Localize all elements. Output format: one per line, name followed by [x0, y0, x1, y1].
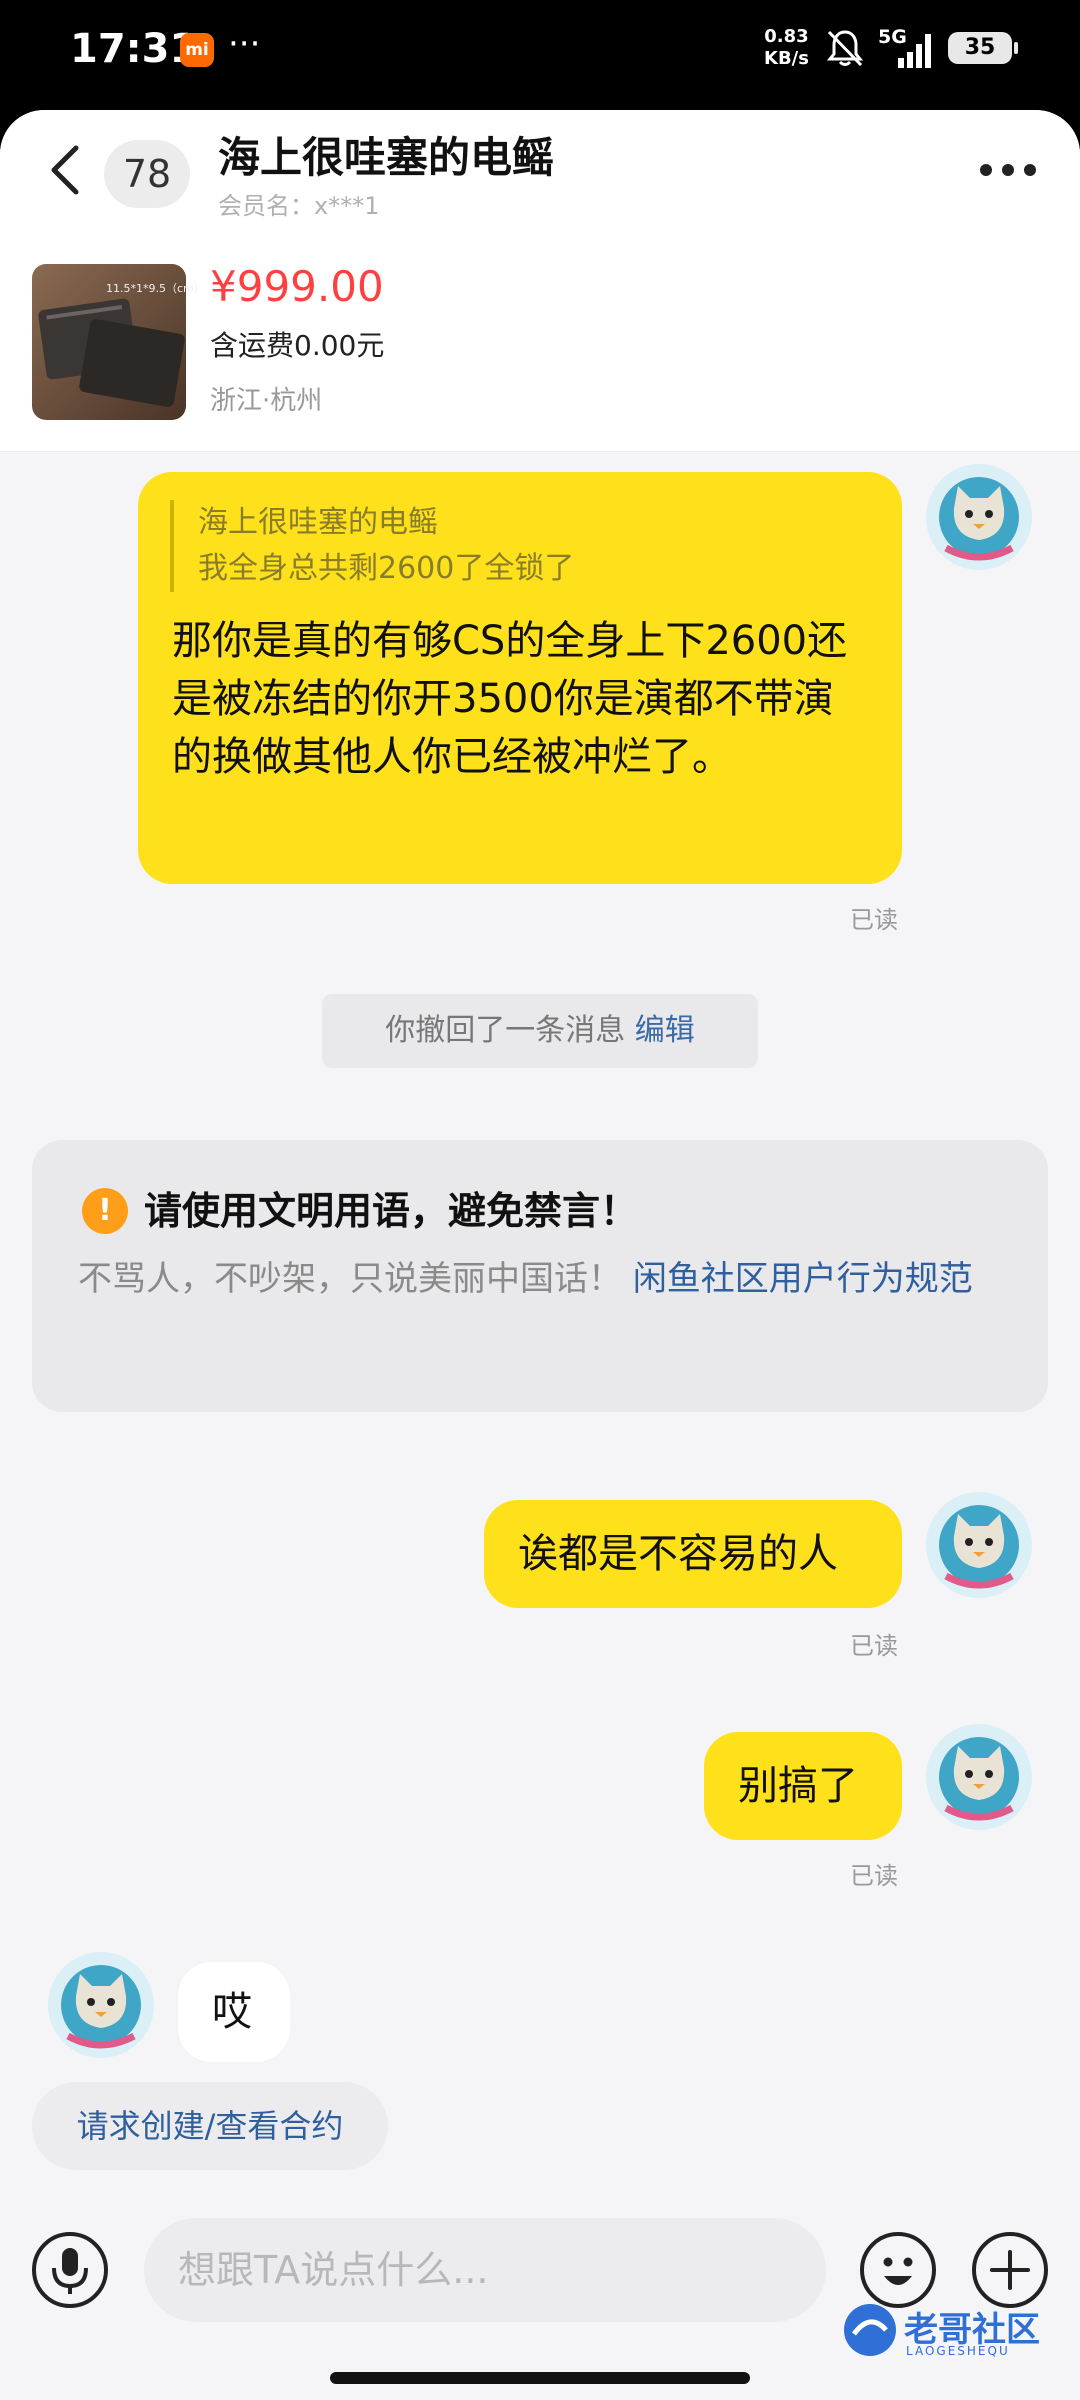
exclamation-icon: !	[82, 1188, 128, 1234]
message-text: 那你是真的有够CS的全身上下2600还是被冻结的你开3500你是演都不带演的换做…	[172, 618, 848, 780]
read-status: 已读	[850, 906, 898, 934]
recall-notice: 你撤回了一条消息 编辑	[322, 994, 758, 1068]
quoted-message: 海上很哇塞的电鳐 我全身总共剩2600了全锁了	[170, 500, 730, 592]
network-speed-value: 0.83	[764, 26, 809, 47]
home-indicator[interactable]	[330, 2372, 750, 2384]
contract-button[interactable]: 请求创建/查看合约	[32, 2082, 388, 2170]
product-location: 浙江·杭州	[210, 386, 323, 416]
message-input[interactable]: 想跟TA说点什么...	[144, 2218, 826, 2322]
notice-body: 不骂人，不吵架，只说美丽中国话！ 闲鱼社区用户行为规范	[78, 1252, 1018, 1306]
product-price: ¥999.00	[210, 262, 384, 311]
contact-avatar[interactable]	[46, 1950, 156, 2060]
microphone-icon[interactable]	[30, 2230, 110, 2310]
product-shipping: 含运费0.00元	[210, 329, 385, 362]
watermark-logo: 老哥社区 LAOGESHEQU	[840, 2300, 1072, 2364]
emoji-icon[interactable]	[858, 2230, 938, 2310]
read-status: 已读	[850, 1862, 898, 1890]
mi-app-icon: mi	[180, 33, 214, 67]
chat-title: 海上很哇塞的电鳐	[218, 133, 555, 182]
watermark-emblem	[844, 2304, 896, 2356]
network-speed: 0.83 KB/s	[764, 26, 809, 70]
member-name: 会员名：x***1	[218, 192, 380, 220]
status-time: 17:31	[70, 26, 198, 72]
unread-count-badge[interactable]: 78	[104, 140, 190, 208]
quote-sender: 海上很哇塞的电鳐	[198, 505, 438, 540]
notice-title: 请使用文明用语，避免禁言！	[144, 1189, 639, 1233]
chevron-left-icon[interactable]	[44, 140, 88, 200]
signal-icon	[898, 34, 931, 68]
more-dots-icon[interactable]	[978, 150, 1038, 190]
message-text: 别搞了	[738, 1763, 858, 1809]
message-text: 诶都是不容易的人	[518, 1531, 838, 1577]
notice-text: 不骂人，不吵架，只说美丽中国话！	[78, 1259, 622, 1299]
battery-indicator: 35	[948, 32, 1018, 64]
mute-bell-icon	[826, 30, 864, 67]
recall-text: 你撤回了一条消息	[385, 1013, 626, 1048]
quote-text: 我全身总共剩2600了全锁了	[198, 551, 575, 586]
message-text: 哎	[212, 1989, 252, 2035]
product-image-label: 11.5*1*9.5（cm）	[106, 282, 205, 295]
message-bubble-me[interactable]: 诶都是不容易的人	[484, 1500, 902, 1608]
watermark-subtext: LAOGESHEQU	[906, 2344, 1010, 2358]
chat-header: 78 海上很哇塞的电鳐 会员名：x***1	[0, 110, 1080, 230]
message-bubble-me[interactable]: 别搞了	[704, 1732, 902, 1840]
message-bubble-other[interactable]: 哎	[178, 1962, 290, 2062]
network-speed-unit: KB/s	[764, 48, 809, 69]
edit-recalled-link[interactable]: 编辑	[635, 1013, 695, 1048]
plus-icon[interactable]	[970, 2230, 1050, 2310]
status-bar: 17:31 mi ··· 0.83 KB/s 5G 35	[0, 0, 1080, 110]
my-avatar[interactable]	[924, 1490, 1034, 1600]
read-status: 已读	[850, 1632, 898, 1660]
more-notifications-icon: ···	[228, 24, 261, 64]
my-avatar[interactable]	[924, 1722, 1034, 1832]
my-avatar[interactable]	[924, 462, 1034, 572]
civility-notice: ! 请使用文明用语，避免禁言！ 不骂人，不吵架，只说美丽中国话！ 闲鱼社区用户行…	[32, 1140, 1048, 1412]
community-rules-link[interactable]: 闲鱼社区用户行为规范	[633, 1259, 973, 1299]
